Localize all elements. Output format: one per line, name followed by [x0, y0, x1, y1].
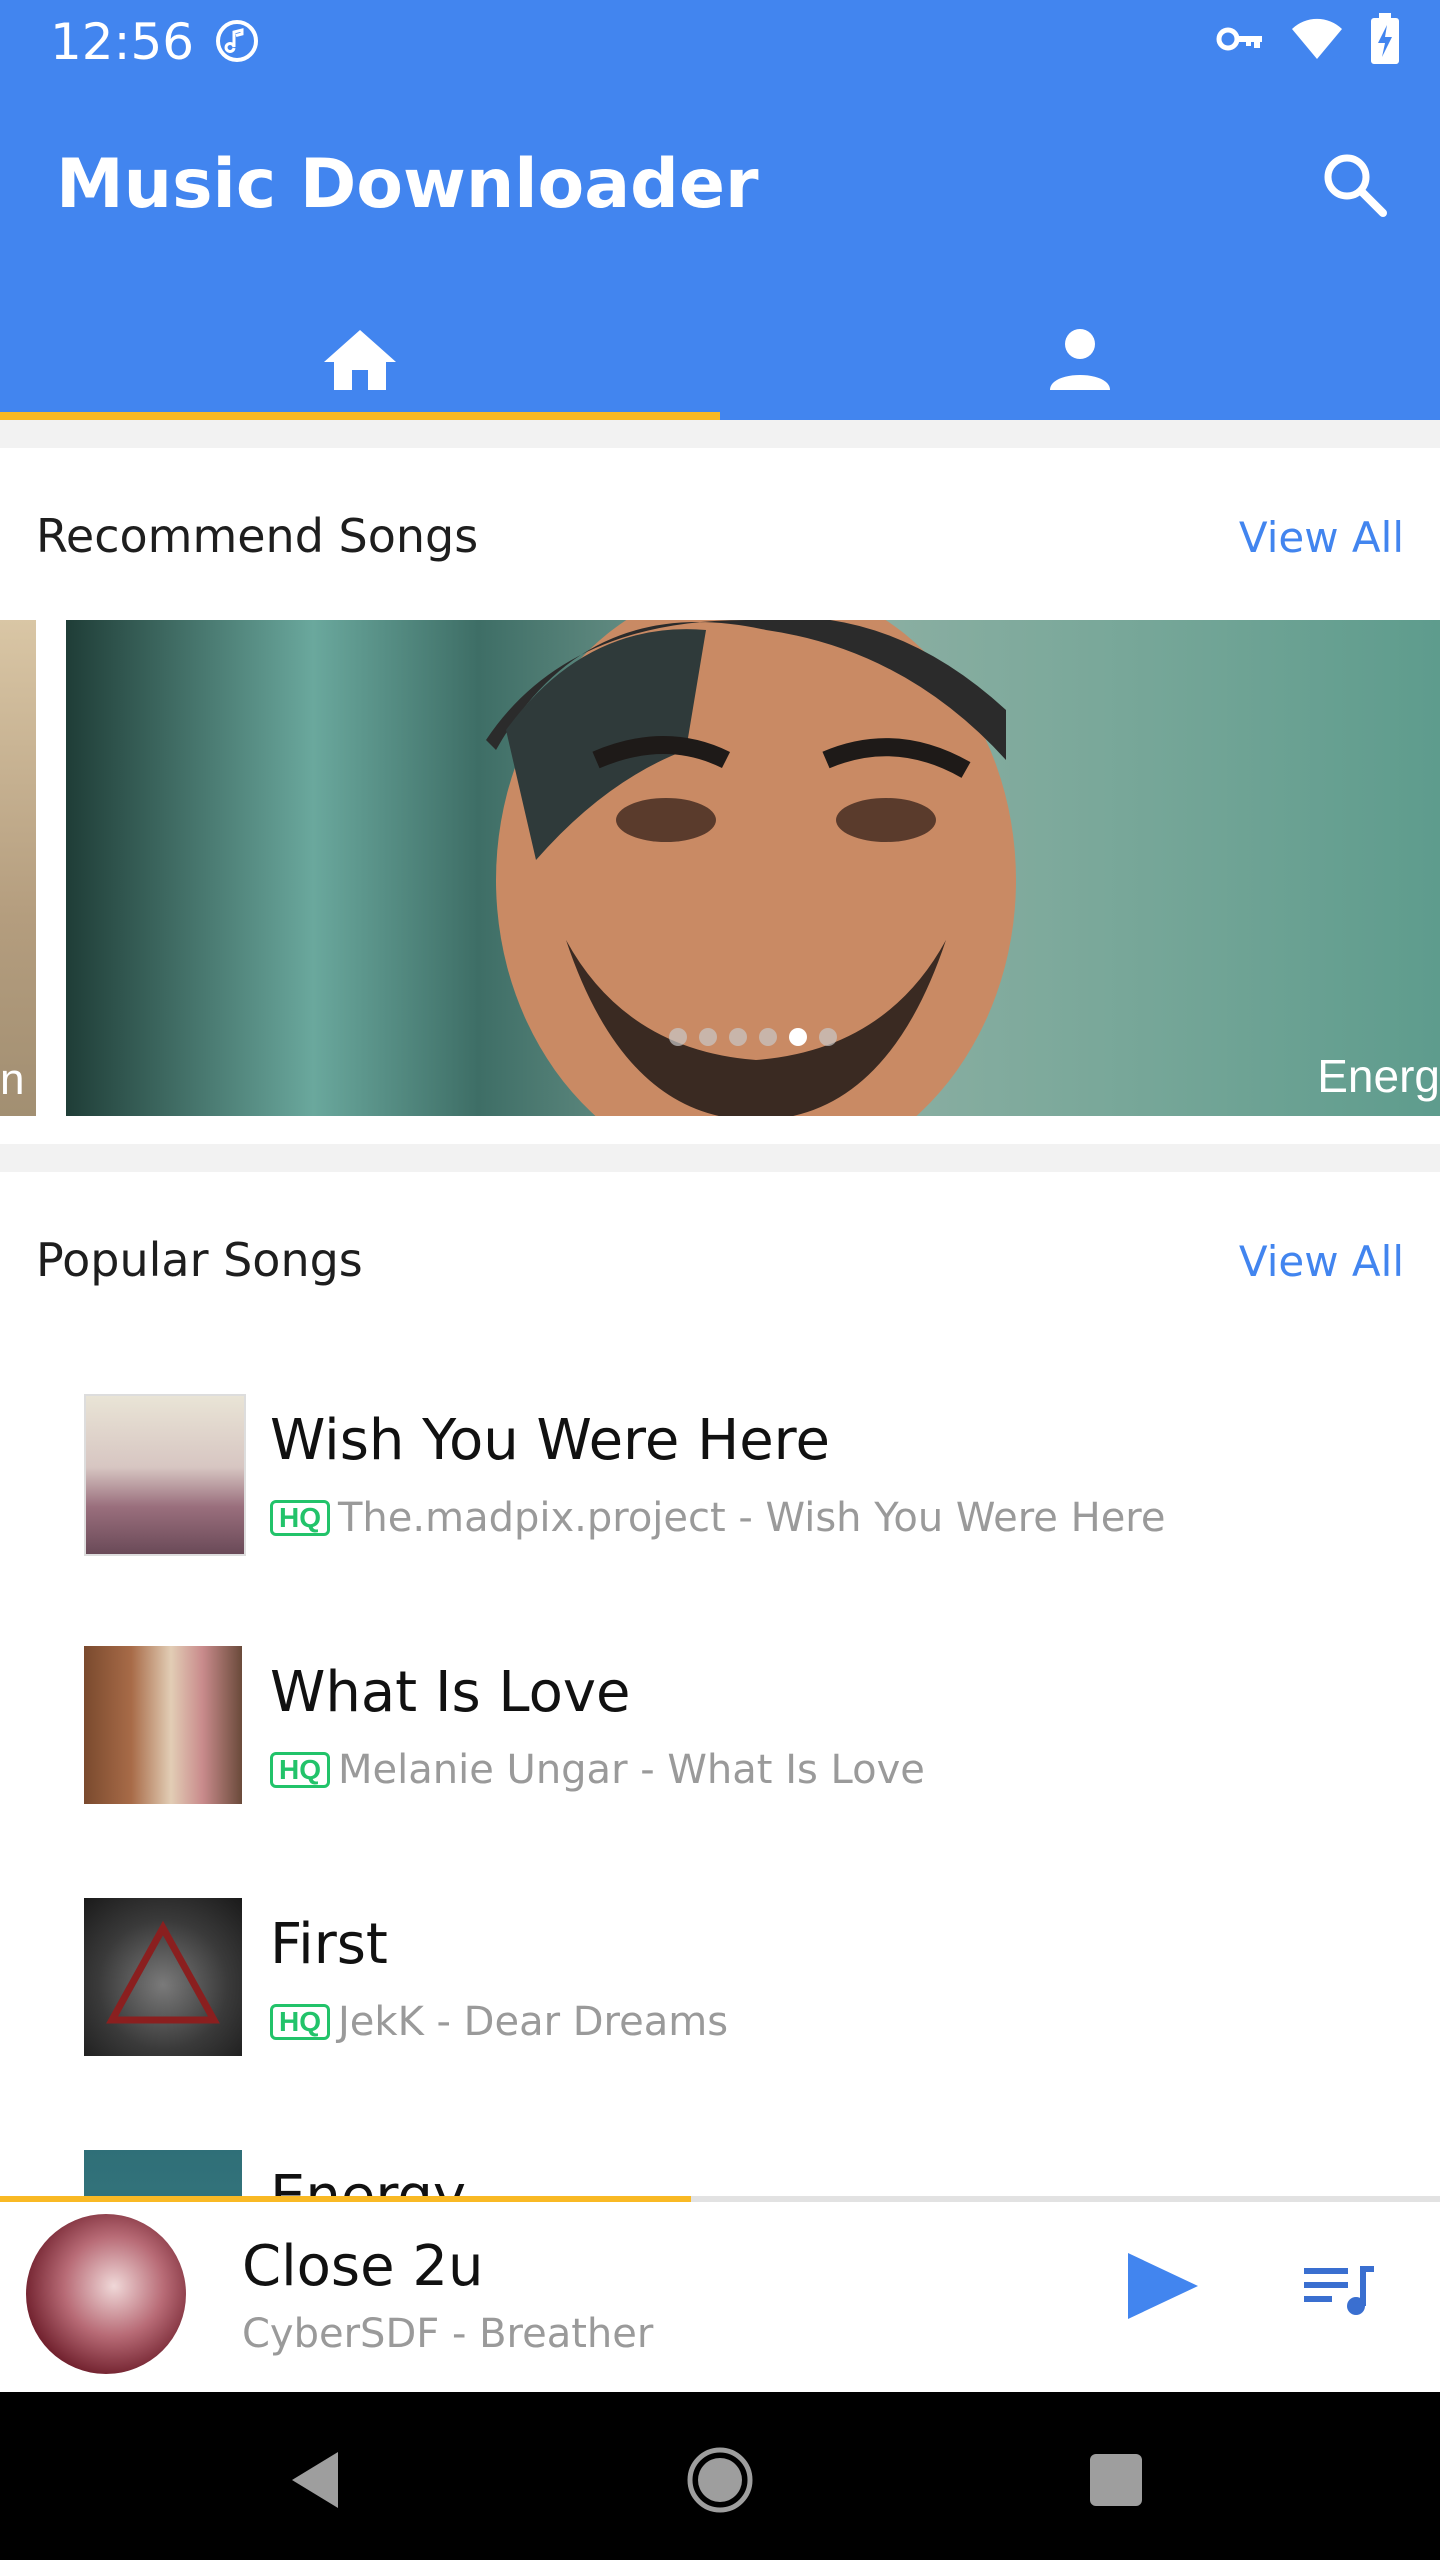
- song-artist: JekK - Dear Dreams: [338, 1999, 729, 2045]
- hq-badge: HQ: [270, 2004, 330, 2040]
- progress-fill: [0, 2196, 692, 2202]
- home-circle-icon: [687, 2447, 753, 2513]
- song-artwork: [84, 1394, 246, 1556]
- song-item[interactable]: Wish You Were Here HQ The.madpix.project…: [0, 1364, 1440, 1616]
- back-icon: [292, 2452, 338, 2508]
- divider: [0, 420, 1440, 448]
- recents-button[interactable]: [1066, 2430, 1166, 2530]
- popular-title: Popular Songs: [36, 1233, 363, 1287]
- song-item[interactable]: First HQ JekK - Dear Dreams: [0, 1868, 1440, 2120]
- play-icon: [1128, 2253, 1198, 2319]
- song-subtitle-row: HQ JekK - Dear Dreams: [270, 1994, 728, 2050]
- now-playing-artwork[interactable]: [26, 2214, 186, 2374]
- search-icon: [1324, 154, 1387, 217]
- song-artwork: [84, 1898, 242, 2056]
- vpn-key-icon: [1216, 24, 1264, 59]
- song-subtitle-row: HQ Melanie Ungar - What Is Love: [270, 1742, 925, 1798]
- song-artwork: [84, 1646, 242, 1804]
- now-playing-artist: CyberSDF - Breather: [242, 2311, 654, 2357]
- app-title: Music Downloader: [56, 145, 759, 224]
- status-time: 12:56: [50, 13, 195, 71]
- back-button[interactable]: [266, 2430, 366, 2530]
- song-title: What Is Love: [270, 1660, 631, 1725]
- battery-charging-icon: [1370, 12, 1400, 70]
- tab-home[interactable]: [0, 300, 720, 420]
- person-icon: [1050, 329, 1110, 390]
- carousel-dot[interactable]: [699, 1028, 717, 1046]
- home-nav-button[interactable]: [670, 2430, 770, 2530]
- song-title: Energy: [270, 2162, 466, 2196]
- divider: [0, 1144, 1440, 1172]
- song-artist: Melanie Ungar - What Is Love: [338, 1747, 925, 1793]
- play-button[interactable]: [1116, 2240, 1208, 2332]
- song-subtitle-row: HQ The.madpix.project - Wish You Were He…: [270, 1490, 1165, 1546]
- carousel-dot[interactable]: [729, 1028, 747, 1046]
- status-icons: [1216, 12, 1400, 66]
- tab-indicator: [0, 412, 720, 420]
- playlist-icon: [1304, 2266, 1374, 2315]
- wifi-icon: [1290, 17, 1344, 66]
- hq-badge: HQ: [270, 1752, 330, 1788]
- song-title: First: [270, 1912, 388, 1977]
- carousel-caption: Energ: [1317, 1050, 1440, 1102]
- song-artist: The.madpix.project - Wish You Were Here: [338, 1495, 1166, 1541]
- now-playing-bar[interactable]: [0, 2196, 1440, 2392]
- song-item[interactable]: Energy: [0, 2120, 1440, 2196]
- carousel-dot[interactable]: [759, 1028, 777, 1046]
- recents-icon: [1090, 2454, 1142, 2506]
- tab-profile[interactable]: [720, 300, 1440, 420]
- music-note-icon: [214, 18, 260, 64]
- carousel-dot[interactable]: [819, 1028, 837, 1046]
- carousel-dot-active[interactable]: [789, 1028, 807, 1046]
- song-artwork: [84, 2150, 242, 2196]
- recommend-title: Recommend Songs: [36, 509, 479, 563]
- hq-badge: HQ: [270, 1500, 330, 1536]
- now-playing-title: Close 2u: [242, 2234, 484, 2299]
- carousel-prev-caption: n: [0, 1055, 25, 1104]
- popular-view-all-link[interactable]: View All: [1239, 1232, 1404, 1292]
- song-item[interactable]: What Is Love HQ Melanie Ungar - What Is …: [0, 1616, 1440, 1868]
- search-button[interactable]: [1312, 142, 1396, 226]
- carousel-dots: [66, 1028, 1440, 1046]
- carousel-dot[interactable]: [669, 1028, 687, 1046]
- recommend-view-all-link[interactable]: View All: [1239, 508, 1404, 568]
- song-title: Wish You Were Here: [270, 1408, 830, 1473]
- home-icon: [324, 330, 396, 390]
- queue-button[interactable]: [1300, 2250, 1380, 2330]
- carousel-prev-slide[interactable]: n: [0, 620, 36, 1116]
- carousel-slide[interactable]: Energ: [66, 620, 1440, 1116]
